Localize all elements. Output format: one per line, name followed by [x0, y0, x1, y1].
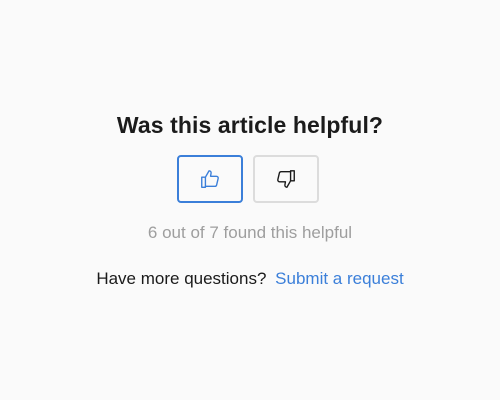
thumbs-up-icon [199, 168, 221, 190]
article-feedback: Was this article helpful? 6 out of 7 fou… [0, 0, 500, 400]
vote-buttons [177, 155, 319, 203]
submit-request-link[interactable]: Submit a request [275, 269, 404, 288]
more-questions: Have more questions? Submit a request [0, 268, 500, 290]
more-questions-label: Have more questions? [96, 269, 267, 288]
thumbs-down-icon [275, 168, 297, 190]
feedback-title: Was this article helpful? [116, 112, 384, 138]
upvote-button[interactable] [177, 155, 243, 203]
helpful-count: 6 out of 7 found this helpful [147, 223, 353, 242]
downvote-button[interactable] [253, 155, 319, 203]
